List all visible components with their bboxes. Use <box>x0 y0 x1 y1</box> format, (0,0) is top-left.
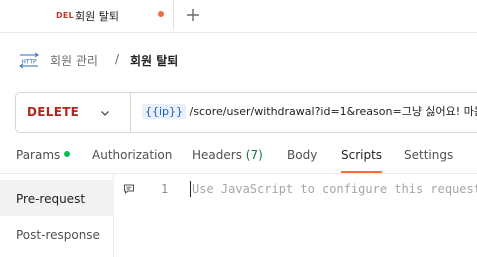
tab-authorization[interactable]: Authorization <box>92 148 172 173</box>
line-number: 1 <box>161 182 169 196</box>
method-label: DELETE <box>27 105 80 119</box>
breadcrumb: HTTP 회원 관리 / 회원 탈퇴 <box>18 49 477 71</box>
comment-icon[interactable] <box>123 183 135 195</box>
editor-placeholder: Use JavaScript to configure this request… <box>192 182 477 196</box>
unsaved-changes-dot <box>158 11 164 17</box>
http-icon-text: HTTP <box>21 59 37 66</box>
tab-headers-label: Headers <box>192 148 242 162</box>
request-tabs: Params Authorization Headers (7) Body Sc… <box>0 141 477 173</box>
breadcrumb-current[interactable]: 회원 탈퇴 <box>130 52 178 69</box>
tab-body[interactable]: Body <box>287 148 317 173</box>
url-input[interactable]: {{ip}} /score/user/withdrawal?id=1&reaso… <box>142 103 477 123</box>
tab-bar-divider <box>0 32 477 33</box>
method-select[interactable]: DELETE <box>16 93 131 132</box>
post-response-label: Post-response <box>16 228 100 242</box>
text-cursor <box>190 181 191 197</box>
url-variable-token[interactable]: {{ip}} <box>142 104 187 119</box>
tab-scripts[interactable]: Scripts <box>341 148 383 173</box>
chevron-down-icon <box>101 111 109 116</box>
headers-count: (7) <box>245 148 263 162</box>
pre-request-item[interactable]: Pre-request <box>0 180 114 216</box>
tab-params[interactable]: Params <box>16 148 71 173</box>
tab-authorization-label: Authorization <box>92 148 173 162</box>
tab-settings-label: Settings <box>404 148 454 162</box>
http-icon: HTTP <box>19 52 39 69</box>
tab-title: 회원 탈퇴 <box>75 10 119 23</box>
tab-settings[interactable]: Settings <box>404 148 453 173</box>
script-editor[interactable]: 1 Use JavaScript to configure this reque… <box>115 174 477 257</box>
tab-scripts-label: Scripts <box>341 148 383 162</box>
params-active-dot <box>64 151 71 157</box>
pre-request-label: Pre-request <box>16 192 86 206</box>
breadcrumb-parent-link[interactable]: 회원 관리 <box>50 52 98 69</box>
tab-bar: DEL 회원 탈퇴 <box>0 0 477 32</box>
new-tab-button[interactable] <box>183 4 203 26</box>
plus-icon <box>187 9 199 21</box>
url-path-text: /score/user/withdrawal?id=1&reason=그냥 싫어… <box>186 105 477 118</box>
breadcrumb-separator: / <box>115 52 120 66</box>
request-tab[interactable]: DEL 회원 탈퇴 <box>0 0 174 32</box>
tab-body-label: Body <box>287 148 318 162</box>
tab-method-badge: DEL <box>56 11 74 20</box>
url-bar: DELETE {{ip}} /score/user/withdrawal?id=… <box>15 92 477 133</box>
post-response-item[interactable]: Post-response <box>0 216 114 252</box>
tab-headers[interactable]: Headers (7) <box>192 148 263 173</box>
scripts-side-nav: Pre-request Post-response <box>0 174 114 257</box>
tab-params-label: Params <box>16 148 61 162</box>
